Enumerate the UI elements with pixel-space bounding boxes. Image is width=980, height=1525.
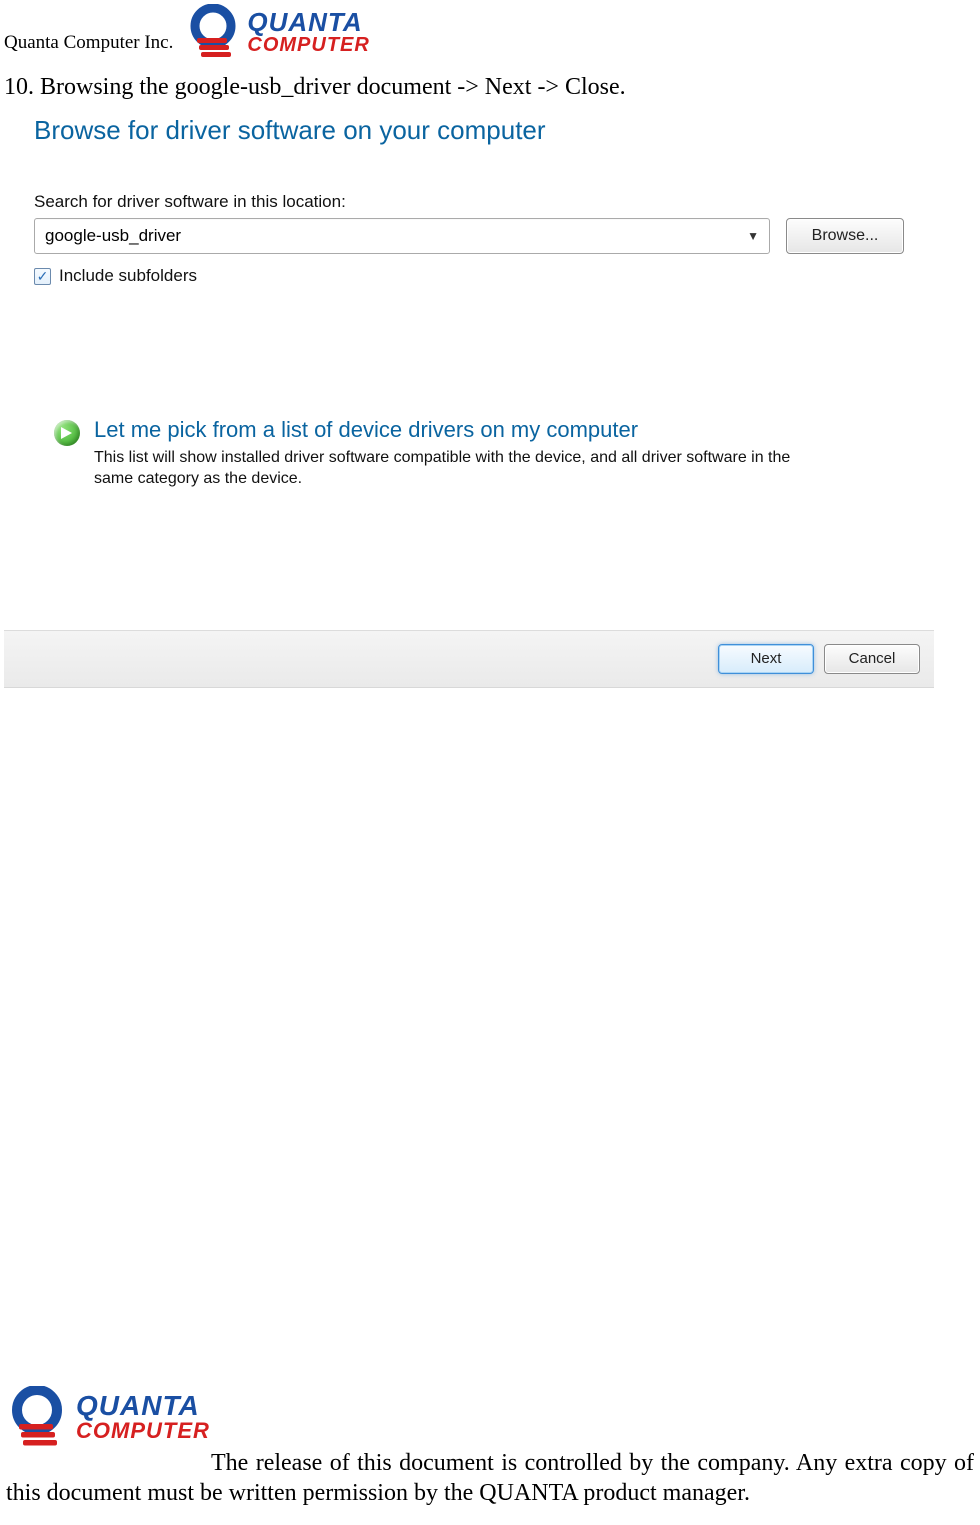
document-header: Quanta Computer Inc. QUANTA COMPUTER <box>0 0 980 64</box>
footer-disclaimer: The release of this document is controll… <box>6 1448 974 1509</box>
arrow-right-icon <box>54 420 80 446</box>
search-location-label: Search for driver software in this locat… <box>34 192 904 212</box>
footer-logo-icon <box>6 1386 68 1448</box>
dialog-title: Browse for driver software on your compu… <box>4 107 934 162</box>
driver-browse-dialog: Browse for driver software on your compu… <box>4 107 934 688</box>
include-subfolders-label: Include subfolders <box>59 266 197 286</box>
check-icon: ✓ <box>37 269 49 283</box>
browse-button[interactable]: Browse... <box>786 218 904 254</box>
pick-from-list-option[interactable]: Let me pick from a list of device driver… <box>34 286 904 490</box>
logo-word-computer: COMPUTER <box>247 35 369 55</box>
dialog-footer: Next Cancel <box>4 630 934 688</box>
chevron-down-icon: ▼ <box>747 229 759 243</box>
include-subfolders-checkbox[interactable]: ✓ <box>34 268 51 285</box>
company-name: Quanta Computer Inc. <box>4 32 173 60</box>
quanta-logo-text: QUANTA COMPUTER <box>247 9 369 55</box>
driver-path-value: google-usb_driver <box>45 226 181 246</box>
pick-option-title: Let me pick from a list of device driver… <box>94 416 814 445</box>
document-footer: QUANTA COMPUTER The release of this docu… <box>0 1386 980 1509</box>
step-instruction: 10. Browsing the google-usb_driver docum… <box>0 64 980 107</box>
footer-logo-quanta: QUANTA <box>76 1392 210 1420</box>
quanta-logo: QUANTA COMPUTER <box>185 4 369 60</box>
quanta-logo-icon <box>185 4 241 60</box>
logo-word-quanta: QUANTA <box>247 9 369 35</box>
next-button[interactable]: Next <box>718 644 814 674</box>
footer-logo-computer: COMPUTER <box>76 1420 210 1442</box>
footer-logo-text: QUANTA COMPUTER <box>76 1392 210 1442</box>
pick-option-description: This list will show installed driver sof… <box>94 447 814 490</box>
footer-line1: The release of this document is controll… <box>211 1450 893 1476</box>
cancel-button[interactable]: Cancel <box>824 644 920 674</box>
driver-path-combobox[interactable]: google-usb_driver ▼ <box>34 218 770 254</box>
